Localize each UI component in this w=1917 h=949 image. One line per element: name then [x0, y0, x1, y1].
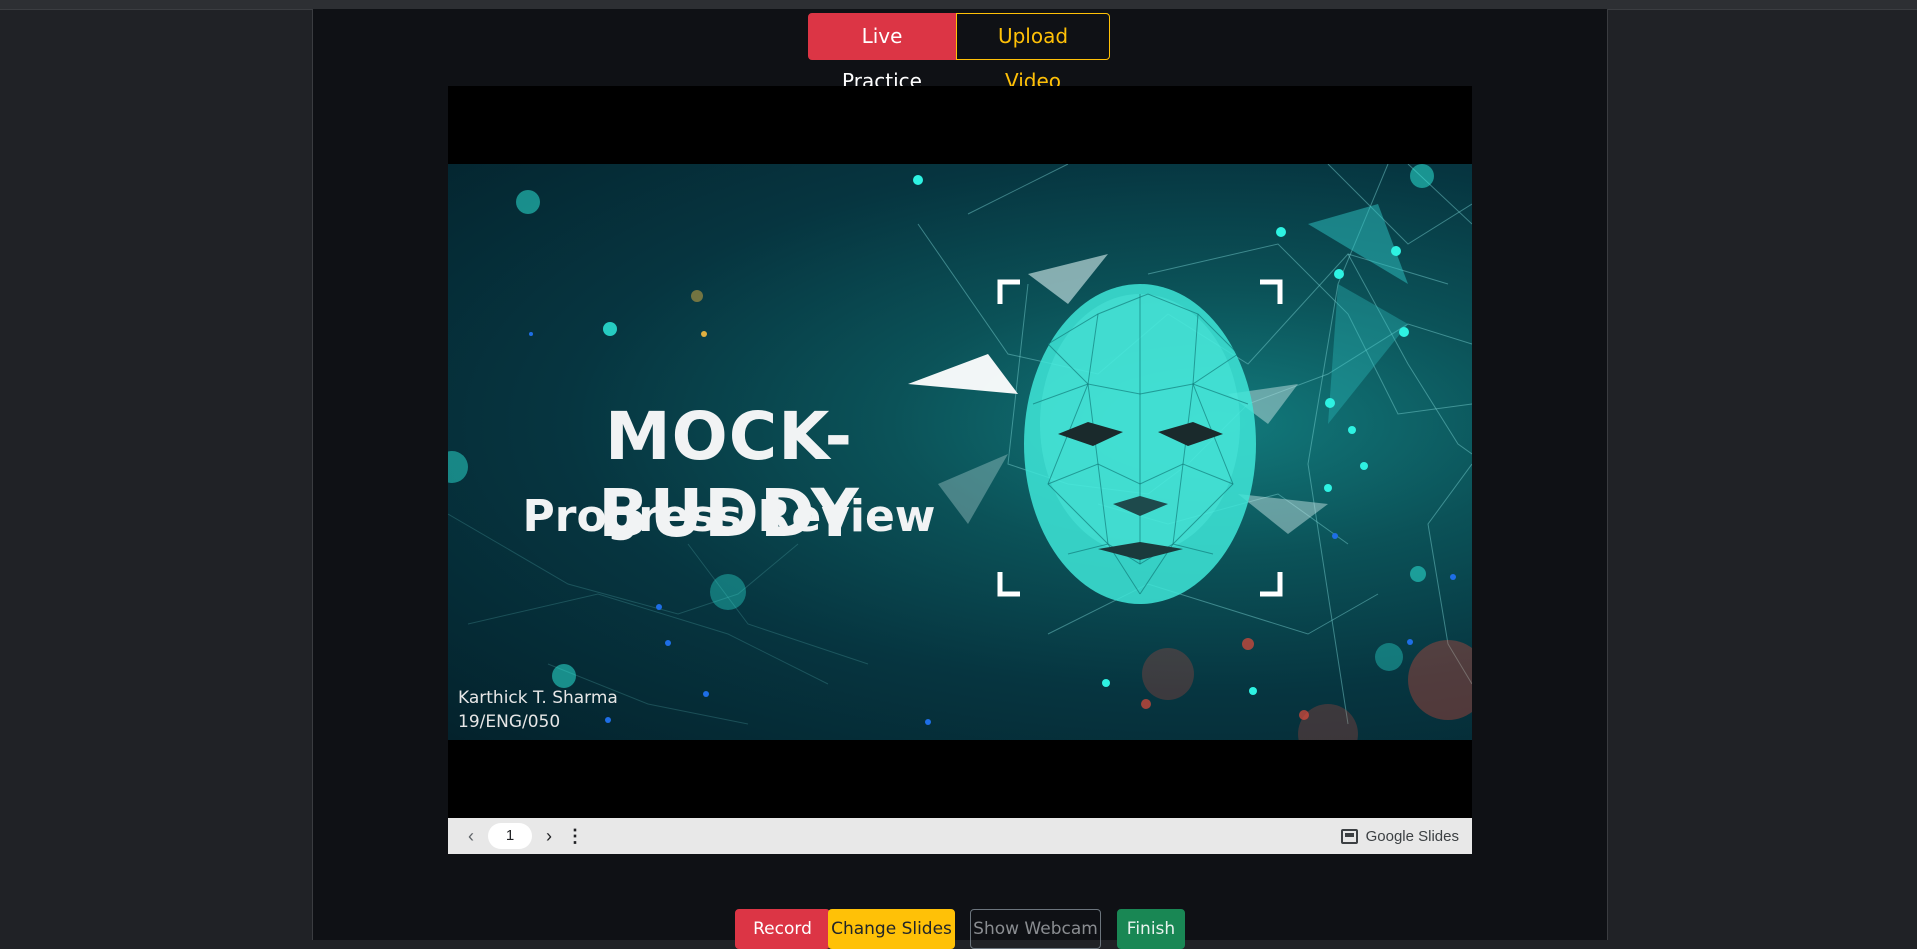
chevron-right-icon[interactable]: › — [536, 823, 562, 849]
show-webcam-button[interactable]: Show Webcam — [970, 909, 1101, 949]
google-slides-embed[interactable]: MOCK-BUDDY Progress Review Karthick T. S… — [448, 86, 1472, 854]
change-slides-button[interactable]: Change Slides — [828, 909, 955, 949]
more-options-icon[interactable]: ⋮ — [562, 823, 588, 849]
mode-toggle-group: Live Practice Upload Video — [808, 13, 1110, 93]
google-slides-label: Google Slides — [1365, 827, 1459, 845]
slide-author: Karthick T. Sharma 19/ENG/050 — [458, 686, 618, 734]
slide-subtitle: Progress Review — [522, 491, 936, 542]
author-name: Karthick T. Sharma — [458, 688, 618, 708]
live-practice-button[interactable]: Live Practice — [808, 13, 956, 93]
google-slides-link[interactable]: Google Slides — [1340, 827, 1459, 845]
author-id: 19/ENG/050 — [458, 712, 561, 732]
action-buttons: Record Change Slides Show Webcam Finish — [0, 909, 1917, 949]
finish-button[interactable]: Finish — [1117, 909, 1185, 949]
slide-canvas: MOCK-BUDDY Progress Review Karthick T. S… — [448, 164, 1472, 740]
upload-video-button[interactable]: Upload Video — [956, 13, 1110, 93]
slides-toolbar: ‹ 1 › ⋮ Google Slides — [448, 818, 1472, 854]
slides-icon — [1340, 828, 1358, 844]
chevron-left-icon[interactable]: ‹ — [458, 823, 484, 849]
page-number-input[interactable]: 1 — [488, 823, 532, 849]
record-button[interactable]: Record — [735, 909, 830, 949]
